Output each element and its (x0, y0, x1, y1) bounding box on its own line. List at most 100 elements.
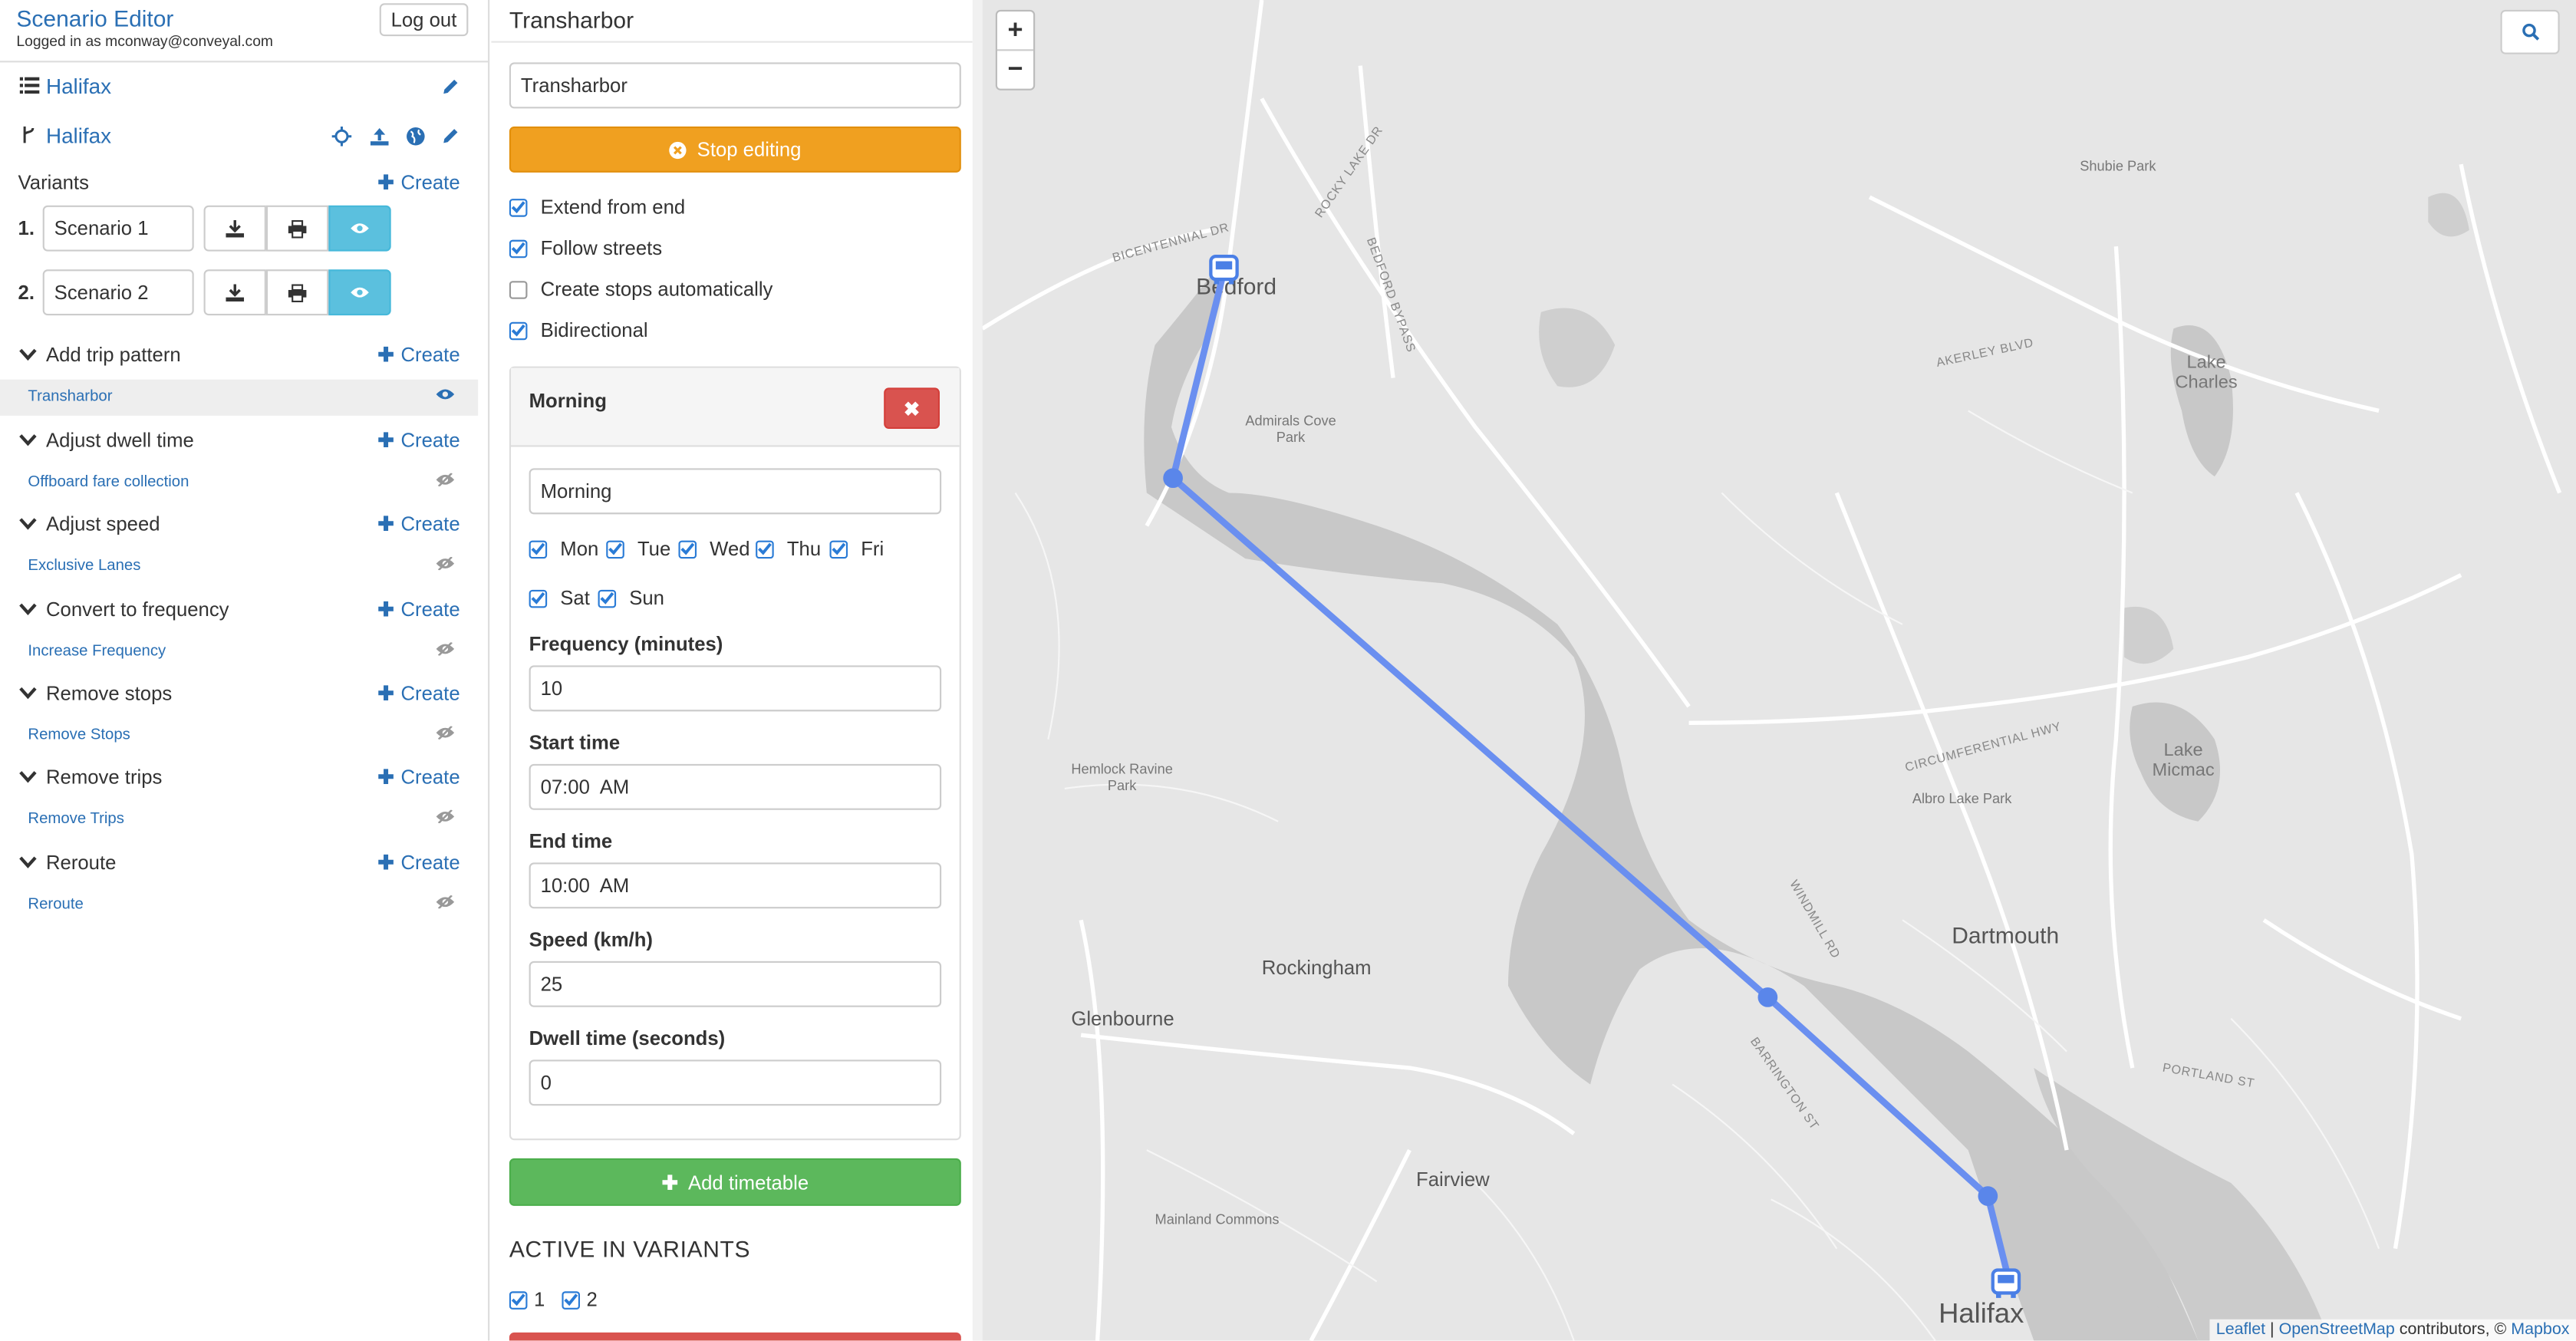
map[interactable]: Bedford Dartmouth Halifax Rockingham Gle… (982, 0, 2576, 1341)
create-modification-button[interactable]: ✚ Create (377, 851, 460, 874)
bidirectional-checkbox[interactable]: Bidirectional (509, 318, 648, 341)
show-variant-button[interactable] (328, 205, 391, 252)
day-checkbox-fri[interactable]: Fri (829, 537, 884, 560)
region-name-link[interactable]: Halifax (46, 74, 111, 98)
modification-item[interactable]: Remove Trips (0, 802, 478, 838)
bus-icon[interactable] (1989, 1267, 2022, 1300)
mapbox-link[interactable]: Mapbox (2511, 1321, 2569, 1339)
create-variant-button[interactable]: ✚ Create (377, 171, 460, 194)
modification-group-toggle[interactable]: Convert to frequency (18, 598, 229, 621)
eye-slash-icon[interactable] (436, 473, 456, 486)
eye-icon[interactable] (436, 387, 456, 400)
modification-item[interactable]: Transharbor (0, 379, 479, 416)
modification-item[interactable]: Reroute (0, 887, 478, 923)
print-variant-button[interactable] (265, 269, 329, 316)
day-checkbox-sat[interactable]: Sat (529, 587, 590, 610)
speed-input[interactable]: 25 (529, 960, 942, 1007)
modification-group-toggle[interactable]: Adjust dwell time (18, 429, 194, 452)
follow-streets-checkbox[interactable]: Follow streets (509, 236, 662, 259)
day-checkbox-thu[interactable]: Thu (756, 537, 821, 560)
dwell-time-input[interactable]: 0 (529, 1059, 942, 1106)
modification-name[interactable]: Reroute (28, 895, 83, 914)
stop-editing-button[interactable]: Stop editing (509, 126, 961, 173)
timetable-name-input[interactable]: Morning (529, 468, 942, 515)
checkbox-unchecked[interactable] (509, 280, 528, 298)
zoom-out-button[interactable]: − (997, 51, 1033, 90)
modification-name-input[interactable]: Transharbor (509, 62, 961, 109)
modification-name[interactable]: Increase Frequency (28, 642, 166, 661)
create-modification-button[interactable]: ✚ Create (377, 512, 460, 535)
upload-icon[interactable] (370, 127, 390, 147)
day-checkbox-wed[interactable]: Wed (678, 537, 750, 560)
modification-group-toggle[interactable]: Remove stops (18, 682, 172, 705)
create-modification-button[interactable]: ✚ Create (377, 429, 460, 452)
checkbox-checked[interactable] (829, 539, 848, 558)
checkbox-checked[interactable] (529, 588, 548, 608)
day-checkbox-tue[interactable]: Tue (606, 537, 670, 560)
globe-icon[interactable] (406, 127, 426, 147)
map-attribution: Leaflet | OpenStreetMap contributors, © … (2209, 1319, 2576, 1341)
active-variant-checkbox-1[interactable]: 1 (509, 1288, 545, 1311)
modification-name[interactable]: Transharbor (28, 387, 112, 406)
eye-slash-icon[interactable] (436, 895, 456, 909)
modification-item[interactable]: Remove Stops (0, 718, 478, 754)
checkbox-checked[interactable] (509, 198, 528, 216)
checkbox-checked[interactable] (598, 588, 617, 608)
create-modification-button[interactable]: ✚ Create (377, 766, 460, 789)
download-variant-button[interactable] (203, 269, 266, 316)
eye-slash-icon[interactable] (436, 726, 456, 740)
checkbox-checked[interactable] (606, 539, 624, 558)
eye-slash-icon[interactable] (436, 642, 456, 656)
create-stops-automatically-checkbox[interactable]: Create stops automatically (509, 278, 772, 301)
create-modification-button[interactable]: ✚ Create (377, 682, 460, 705)
modification-name[interactable]: Exclusive Lanes (28, 557, 140, 575)
modification-name[interactable]: Remove Stops (28, 727, 130, 745)
variant-name-input[interactable]: Scenario 2 (42, 269, 194, 316)
leaflet-link[interactable]: Leaflet (2216, 1321, 2265, 1339)
checkbox-checked[interactable] (529, 539, 548, 558)
eye-slash-icon[interactable] (436, 809, 456, 823)
delete-modification-button[interactable] (509, 1332, 961, 1341)
bundle-name-link[interactable]: Halifax (46, 124, 111, 148)
delete-timetable-button[interactable]: ✖ (884, 387, 940, 429)
modification-item[interactable]: Increase Frequency (0, 634, 478, 670)
logout-button[interactable]: Log out (379, 3, 469, 37)
modification-group-toggle[interactable]: Remove trips (18, 766, 162, 789)
extend-from-end-checkbox[interactable]: Extend from end (509, 196, 685, 219)
modification-group-toggle[interactable]: Add trip pattern (18, 344, 181, 367)
print-variant-button[interactable] (265, 205, 329, 252)
start-time-input[interactable]: 07:00 AM (529, 763, 942, 810)
checkbox-checked[interactable] (509, 321, 528, 340)
checkbox-checked[interactable] (756, 539, 774, 558)
variant-name-input[interactable]: Scenario 1 (42, 205, 194, 252)
scrollbar[interactable] (972, 0, 983, 1341)
map-search-button[interactable] (2500, 9, 2560, 54)
edit-region-icon[interactable] (442, 77, 460, 96)
checkbox-checked[interactable] (509, 1290, 528, 1309)
checkbox-checked[interactable] (509, 239, 528, 258)
modification-name[interactable]: Remove Trips (28, 810, 124, 829)
modification-group-toggle[interactable]: Adjust speed (18, 512, 160, 535)
add-timetable-button[interactable]: ✚ Add timetable (509, 1158, 961, 1206)
end-time-input[interactable]: 10:00 AM (529, 862, 942, 909)
download-variant-button[interactable] (203, 205, 266, 252)
modification-name[interactable]: Offboard fare collection (28, 473, 189, 492)
eye-slash-icon[interactable] (436, 557, 456, 571)
checkbox-checked[interactable] (562, 1290, 580, 1309)
frequency-input[interactable]: 10 (529, 665, 942, 712)
modification-item[interactable]: Offboard fare collection (0, 465, 478, 501)
osm-link[interactable]: OpenStreetMap (2279, 1321, 2395, 1339)
show-variant-button[interactable] (328, 269, 391, 316)
modification-item[interactable]: Exclusive Lanes (0, 549, 478, 585)
day-checkbox-sun[interactable]: Sun (598, 587, 664, 610)
bus-icon[interactable] (1207, 253, 1240, 286)
day-checkbox-mon[interactable]: Mon (529, 537, 598, 560)
checkbox-checked[interactable] (678, 539, 697, 558)
modification-group-toggle[interactable]: Reroute (18, 851, 116, 874)
crosshairs-icon[interactable] (331, 126, 352, 147)
create-modification-button[interactable]: ✚ Create (377, 598, 460, 621)
active-variant-checkbox-2[interactable]: 2 (562, 1288, 598, 1311)
edit-bundle-icon[interactable] (442, 127, 460, 145)
zoom-in-button[interactable]: + (996, 12, 1034, 51)
create-modification-button[interactable]: ✚ Create (377, 344, 460, 367)
